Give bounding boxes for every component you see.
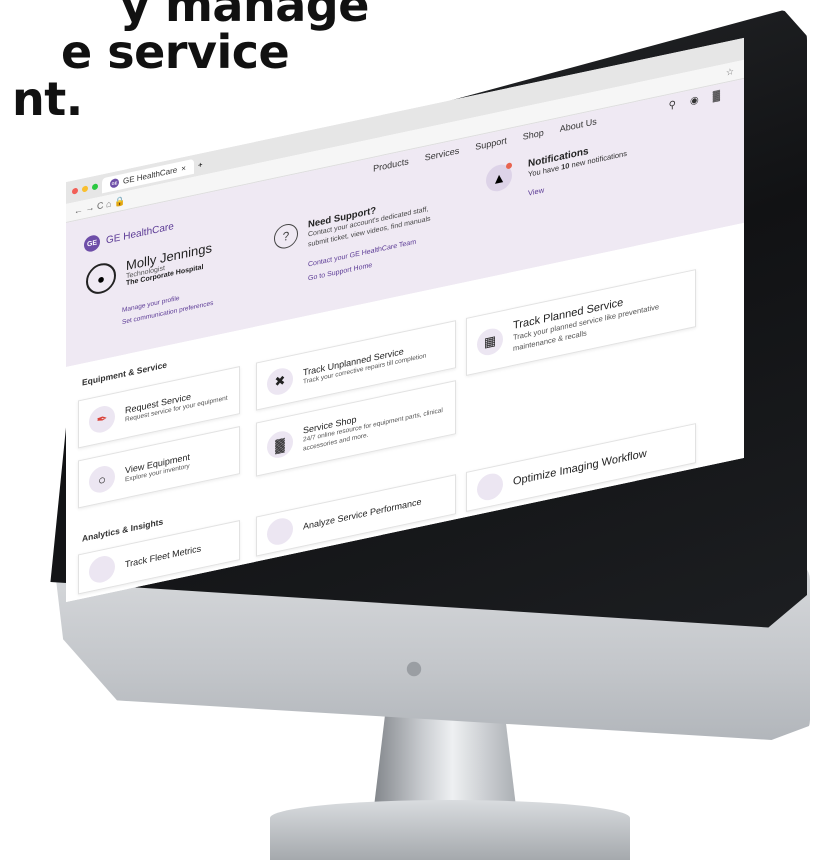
nav-support[interactable]: Support — [475, 135, 507, 152]
support-block: ? Need Support? Contact your account's d… — [274, 190, 448, 294]
help-question-icon: ? — [274, 221, 298, 251]
fleet-metrics-icon — [89, 553, 115, 586]
calendar-icon: ▦ — [477, 326, 503, 358]
headline-line-2: e service — [61, 25, 290, 79]
card-title: Track Fleet Metrics — [125, 543, 202, 570]
nav-shop[interactable]: Shop — [523, 127, 544, 141]
notifications-block: ▲ Notifications You have 10 new notifica… — [486, 138, 627, 207]
nav-icons: ⚲ ◉ ▓ — [669, 90, 720, 112]
minimize-window-dot[interactable] — [82, 185, 88, 193]
bell-icon[interactable]: ▲ — [486, 162, 512, 194]
account-icon[interactable]: ◉ — [690, 95, 699, 108]
performance-icon — [267, 515, 293, 548]
track-planned-service-card[interactable]: ▦ Track Planned Service Track your plann… — [466, 269, 696, 376]
profile-links: Manage your profile Set communication pr… — [122, 286, 213, 329]
bookmark-star-icon[interactable]: ☆ — [726, 66, 734, 79]
card-title: Analyze Service Performance — [303, 496, 422, 532]
ge-logo-icon: GE — [84, 233, 100, 254]
nav-products[interactable]: Products — [373, 156, 409, 174]
tools-icon: ✖ — [267, 365, 293, 398]
imaging-workflow-icon — [477, 471, 503, 503]
new-tab-icon[interactable]: + — [198, 159, 203, 169]
maximize-window-dot[interactable] — [92, 183, 98, 191]
monitor-stand-base — [270, 800, 630, 860]
search-icon[interactable]: ⚲ — [669, 99, 676, 112]
monitor-logo-icon — [406, 661, 422, 677]
headline-line-3: nt. — [12, 72, 83, 126]
nav-services[interactable]: Services — [425, 145, 460, 162]
cart-icon[interactable]: ▓ — [713, 90, 720, 103]
user-avatar-icon: ● — [86, 260, 116, 297]
headline: y manage e service nt. — [0, 0, 369, 123]
tab-close-icon[interactable]: × — [181, 163, 186, 173]
tab-favicon-icon: GE — [110, 177, 119, 189]
cart-icon: ▓ — [267, 428, 293, 461]
close-window-dot[interactable] — [72, 187, 78, 195]
equipment-icon: ○ — [89, 463, 115, 496]
card-title: Optimize Imaging Workflow — [513, 447, 647, 488]
nav-about-us[interactable]: About Us — [560, 116, 597, 134]
wrench-icon: ✒ — [89, 403, 115, 436]
